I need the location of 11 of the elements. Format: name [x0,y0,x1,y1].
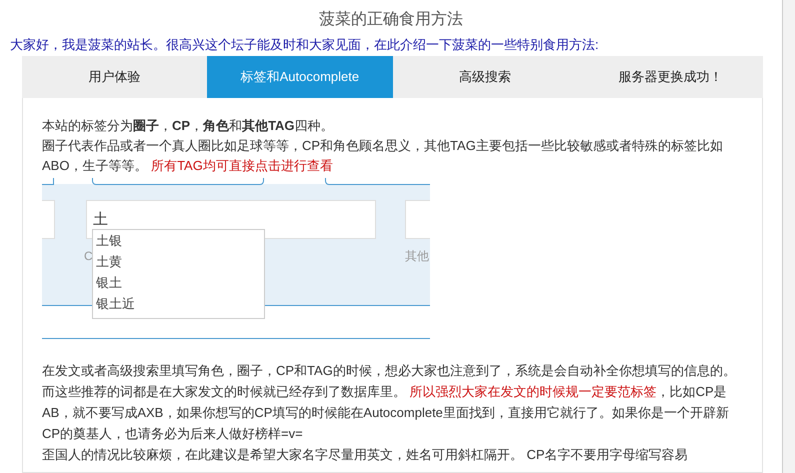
field-label: C [84,248,93,265]
suggestion-item: 银土近 [96,295,136,313]
intro-text: 大家好，我是菠菜的站长。很高兴这个坛子能及时和大家见面，在此介绍一下菠菜的一些特别食用方法: [9,36,600,54]
page-title: 菠菜的正确食用方法 [318,10,464,30]
suggestion-item: 土黄 [96,253,123,271]
suggestion-item: 银土 [96,274,123,292]
paragraph: 歪国人的情况比较麻烦，在此建议是希望大家名字尽量用英文，姓名可用斜杠隔开。 CP名字不要用字母缩写容易 [42,446,689,464]
field-label: 其他 [405,248,429,265]
paragraph: 在发文或者高级搜索里填写角色，圈子，CP和TAG的时候，想必大家也注意到了，系统是会自动补全你想填写的信息的。而这些推荐的词都是在大家发文的时候就已经存到了数据库里。 所以强烈大家在发文的时候规一定要范标签，比如CP是AB，就不要写成AXB，如果你想写的CP填写的时候能在Autocomplete里面找到，直接用它就行了。如果你是一个开辟新CP的奠基人，也请务必为后来人做好榜样=v= [42,362,737,443]
paragraph: 圈子代表作品或者一个真人圈比如足球等等，CP和角色顾名思义，其他TAG主要包括一些比较敏感或者特殊的标签比如ABO，生子等等。 所有TAG均可直接点击进行查看 [42,137,724,175]
paragraph: 本站的标签分为圈子，CP，角色和其他TAG四种。 [42,117,335,135]
